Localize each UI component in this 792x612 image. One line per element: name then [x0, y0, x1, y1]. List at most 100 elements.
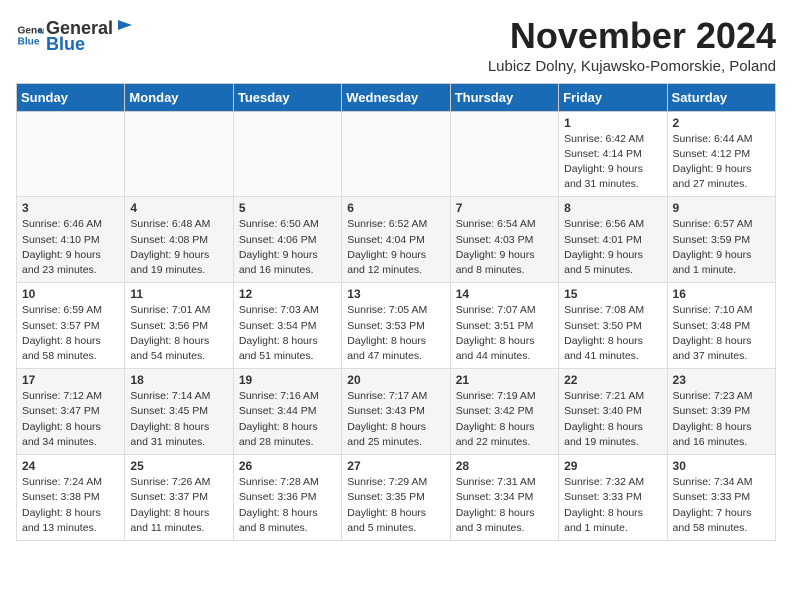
calendar-cell — [233, 111, 341, 197]
day-info-text: Sunrise: 7:19 AMSunset: 3:42 PMDaylight:… — [456, 389, 553, 450]
day-number: 16 — [673, 287, 770, 301]
day-number: 4 — [130, 201, 227, 215]
day-info-text: Sunrise: 6:48 AMSunset: 4:08 PMDaylight:… — [130, 217, 227, 278]
day-info-text: Sunrise: 7:01 AMSunset: 3:56 PMDaylight:… — [130, 303, 227, 364]
day-info-text: Sunrise: 6:44 AMSunset: 4:12 PMDaylight:… — [673, 132, 770, 193]
day-number: 18 — [130, 373, 227, 387]
day-info-text: Sunrise: 7:03 AMSunset: 3:54 PMDaylight:… — [239, 303, 336, 364]
calendar-cell: 5 Sunrise: 6:50 AMSunset: 4:06 PMDaylight… — [233, 197, 341, 283]
calendar-cell: 8Sunrise: 6:56 AMSunset: 4:01 PMDaylight… — [559, 197, 667, 283]
calendar-cell: 29 Sunrise: 7:32 AMSunset: 3:33 PMDayligh… — [559, 455, 667, 541]
day-info-text: Sunrise: 6:57 AMSunset: 3:59 PMDaylight:… — [673, 217, 770, 278]
calendar-cell — [17, 111, 125, 197]
day-number: 29 — [564, 459, 661, 473]
day-info-text: Sunrise: 7:23 AMSunset: 3:39 PMDaylight:… — [673, 389, 770, 450]
day-info-text: Sunrise: 6:50 AMSunset: 4:06 PMDaylight:… — [239, 217, 336, 278]
day-info-text: Sunrise: 7:08 AMSunset: 3:50 PMDaylight:… — [564, 303, 661, 364]
calendar-cell: 9 Sunrise: 6:57 AMSunset: 3:59 PMDaylight… — [667, 197, 775, 283]
calendar-cell: 27 Sunrise: 7:29 AMSunset: 3:35 PMDayligh… — [342, 455, 450, 541]
calendar-cell: 22Sunrise: 7:21 AMSunset: 3:40 PMDayligh… — [559, 369, 667, 455]
col-header-tuesday: Tuesday — [233, 83, 341, 111]
col-header-friday: Friday — [559, 83, 667, 111]
day-number: 19 — [239, 373, 336, 387]
day-info-text: Sunrise: 7:05 AMSunset: 3:53 PMDaylight:… — [347, 303, 444, 364]
day-info-text: Sunrise: 7:17 AMSunset: 3:43 PMDaylight:… — [347, 389, 444, 450]
calendar-cell: 2Sunrise: 6:44 AMSunset: 4:12 PMDaylight… — [667, 111, 775, 197]
day-info-text: Sunrise: 7:14 AMSunset: 3:45 PMDaylight:… — [130, 389, 227, 450]
calendar-cell: 14Sunrise: 7:07 AMSunset: 3:51 PMDayligh… — [450, 283, 558, 369]
day-info-text: Sunrise: 7:26 AMSunset: 3:37 PMDaylight:… — [130, 475, 227, 536]
title-block: November 2024 Lubicz Dolny, Kujawsko-Pom… — [488, 16, 776, 75]
calendar-cell: 7 Sunrise: 6:54 AMSunset: 4:03 PMDaylight… — [450, 197, 558, 283]
day-number: 13 — [347, 287, 444, 301]
calendar-cell: 19 Sunrise: 7:16 AMSunset: 3:44 PMDayligh… — [233, 369, 341, 455]
day-number: 7 — [456, 201, 553, 215]
calendar-cell — [342, 111, 450, 197]
calendar-cell: 28 Sunrise: 7:31 AMSunset: 3:34 PMDayligh… — [450, 455, 558, 541]
day-number: 9 — [673, 201, 770, 215]
day-number: 30 — [673, 459, 770, 473]
calendar-header-row: SundayMondayTuesdayWednesdayThursdayFrid… — [17, 83, 776, 111]
calendar-cell: 1 Sunrise: 6:42 AMSunset: 4:14 PMDaylight… — [559, 111, 667, 197]
calendar-cell — [450, 111, 558, 197]
calendar-week-row: 17Sunrise: 7:12 AMSunset: 3:47 PMDayligh… — [17, 369, 776, 455]
day-info-text: Sunrise: 7:16 AMSunset: 3:44 PMDaylight:… — [239, 389, 336, 450]
calendar-cell: 20 Sunrise: 7:17 AMSunset: 3:43 PMDayligh… — [342, 369, 450, 455]
calendar-week-row: 10Sunrise: 6:59 AMSunset: 3:57 PMDayligh… — [17, 283, 776, 369]
day-number: 14 — [456, 287, 553, 301]
col-header-thursday: Thursday — [450, 83, 558, 111]
day-info-text: Sunrise: 7:24 AMSunset: 3:38 PMDaylight:… — [22, 475, 119, 536]
day-number: 12 — [239, 287, 336, 301]
day-info-text: Sunrise: 7:34 AMSunset: 3:33 PMDaylight:… — [673, 475, 770, 536]
calendar-cell: 18 Sunrise: 7:14 AMSunset: 3:45 PMDayligh… — [125, 369, 233, 455]
day-info-text: Sunrise: 6:59 AMSunset: 3:57 PMDaylight:… — [22, 303, 119, 364]
day-number: 23 — [673, 373, 770, 387]
calendar-cell: 4 Sunrise: 6:48 AMSunset: 4:08 PMDaylight… — [125, 197, 233, 283]
day-info-text: Sunrise: 7:32 AMSunset: 3:33 PMDaylight:… — [564, 475, 661, 536]
day-number: 27 — [347, 459, 444, 473]
logo-icon: General Blue — [16, 21, 44, 49]
day-info-text: Sunrise: 7:10 AMSunset: 3:48 PMDaylight:… — [673, 303, 770, 364]
col-header-saturday: Saturday — [667, 83, 775, 111]
calendar-cell: 24 Sunrise: 7:24 AMSunset: 3:38 PMDayligh… — [17, 455, 125, 541]
day-number: 5 — [239, 201, 336, 215]
calendar-cell: 17Sunrise: 7:12 AMSunset: 3:47 PMDayligh… — [17, 369, 125, 455]
calendar-cell: 15 Sunrise: 7:08 AMSunset: 3:50 PMDayligh… — [559, 283, 667, 369]
day-info-text: Sunrise: 6:52 AMSunset: 4:04 PMDaylight:… — [347, 217, 444, 278]
calendar-cell: 25 Sunrise: 7:26 AMSunset: 3:37 PMDayligh… — [125, 455, 233, 541]
day-number: 17 — [22, 373, 119, 387]
svg-text:Blue: Blue — [18, 37, 40, 48]
calendar-cell: 16 Sunrise: 7:10 AMSunset: 3:48 PMDayligh… — [667, 283, 775, 369]
day-info-text: Sunrise: 6:42 AMSunset: 4:14 PMDaylight:… — [564, 132, 661, 193]
calendar-cell: 30 Sunrise: 7:34 AMSunset: 3:33 PMDayligh… — [667, 455, 775, 541]
location-subtitle: Lubicz Dolny, Kujawsko-Pomorskie, Poland — [488, 58, 776, 75]
day-number: 28 — [456, 459, 553, 473]
day-info-text: Sunrise: 7:28 AMSunset: 3:36 PMDaylight:… — [239, 475, 336, 536]
day-info-text: Sunrise: 7:31 AMSunset: 3:34 PMDaylight:… — [456, 475, 553, 536]
day-number: 6 — [347, 201, 444, 215]
calendar-week-row: 1 Sunrise: 6:42 AMSunset: 4:14 PMDaylight… — [17, 111, 776, 197]
month-year-title: November 2024 — [488, 16, 776, 56]
day-info-text: Sunrise: 6:46 AMSunset: 4:10 PMDaylight:… — [22, 217, 119, 278]
day-number: 15 — [564, 287, 661, 301]
calendar-cell: 11Sunrise: 7:01 AMSunset: 3:56 PMDayligh… — [125, 283, 233, 369]
day-number: 8 — [564, 201, 661, 215]
col-header-sunday: Sunday — [17, 83, 125, 111]
day-number: 20 — [347, 373, 444, 387]
logo-arrow-icon — [114, 16, 132, 34]
calendar-week-row: 3Sunrise: 6:46 AMSunset: 4:10 PMDaylight… — [17, 197, 776, 283]
day-number: 21 — [456, 373, 553, 387]
calendar-cell — [125, 111, 233, 197]
calendar-cell: 3Sunrise: 6:46 AMSunset: 4:10 PMDaylight… — [17, 197, 125, 283]
day-info-text: Sunrise: 7:29 AMSunset: 3:35 PMDaylight:… — [347, 475, 444, 536]
calendar-week-row: 24 Sunrise: 7:24 AMSunset: 3:38 PMDayligh… — [17, 455, 776, 541]
day-number: 25 — [130, 459, 227, 473]
day-number: 22 — [564, 373, 661, 387]
day-number: 24 — [22, 459, 119, 473]
day-info-text: Sunrise: 6:54 AMSunset: 4:03 PMDaylight:… — [456, 217, 553, 278]
day-number: 1 — [564, 116, 661, 130]
page-header: General Blue General Blue November 2024 … — [16, 16, 776, 75]
calendar-cell: 26Sunrise: 7:28 AMSunset: 3:36 PMDayligh… — [233, 455, 341, 541]
calendar-cell: 21 Sunrise: 7:19 AMSunset: 3:42 PMDayligh… — [450, 369, 558, 455]
logo: General Blue General Blue — [16, 16, 132, 55]
